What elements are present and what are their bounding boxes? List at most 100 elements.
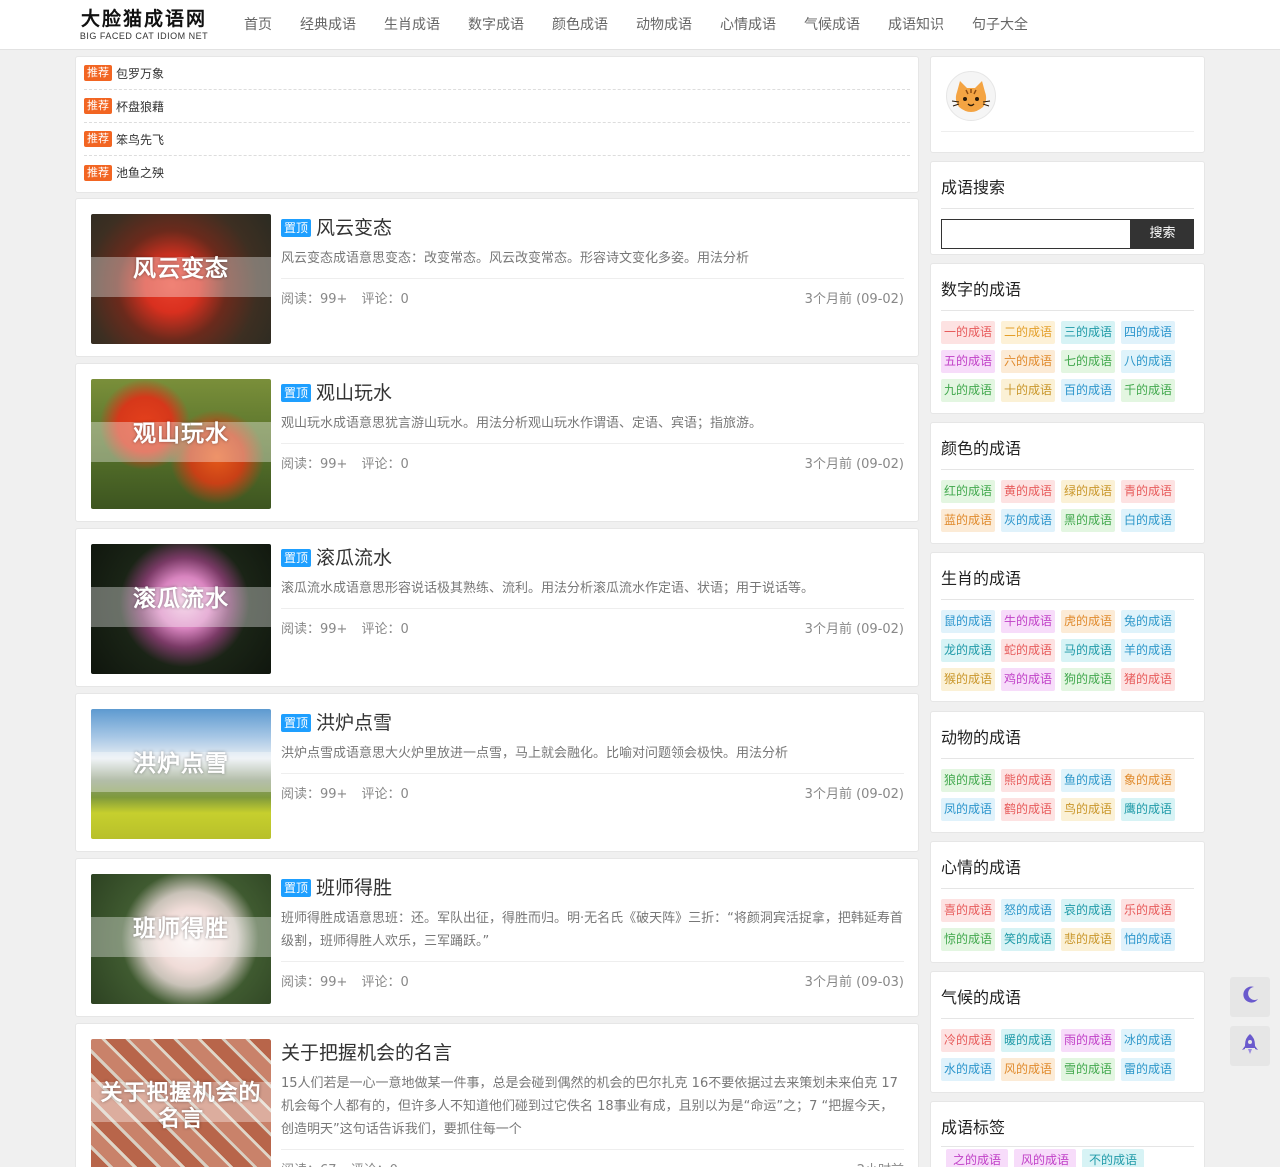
nav-item-home[interactable]: 首页: [230, 0, 286, 50]
tag-link[interactable]: 鹰的成语: [1121, 798, 1175, 821]
nav-item-sentences[interactable]: 句子大全: [958, 0, 1042, 50]
tag-link[interactable]: 红的成语: [941, 480, 995, 503]
tag-link[interactable]: 怒的成语: [1001, 899, 1055, 922]
tag-link[interactable]: 哀的成语: [1061, 899, 1115, 922]
tag-link[interactable]: 雨的成语: [1061, 1029, 1115, 1052]
tag-link[interactable]: 悲的成语: [1061, 928, 1115, 951]
article-title[interactable]: 班师得胜: [316, 875, 392, 901]
tag-link[interactable]: 六的成语: [1001, 350, 1055, 373]
tag-link[interactable]: 乐的成语: [1121, 899, 1175, 922]
tag-link[interactable]: 兔的成语: [1121, 610, 1175, 633]
nav-item-color[interactable]: 颜色成语: [538, 0, 622, 50]
cat-avatar-icon[interactable]: [946, 71, 996, 121]
tag-link[interactable]: 白的成语: [1121, 509, 1175, 532]
back-to-top-button[interactable]: [1230, 1026, 1270, 1066]
recommend-item[interactable]: 推荐 杯盘狼藉: [84, 90, 910, 123]
tag-link[interactable]: 熊的成语: [1001, 769, 1055, 792]
tag-link[interactable]: 鼠的成语: [941, 610, 995, 633]
site-logo[interactable]: 大脸猫成语网 BIG FACED CAT IDIOM NET: [74, 8, 214, 46]
recommend-title[interactable]: 杯盘狼藉: [116, 98, 164, 115]
tag-link[interactable]: 八的成语: [1121, 350, 1175, 373]
search-input[interactable]: [941, 219, 1131, 249]
tag-link[interactable]: 九的成语: [941, 379, 995, 402]
nav-item-animal[interactable]: 动物成语: [622, 0, 706, 50]
article-title[interactable]: 洪炉点雪: [316, 710, 392, 736]
recommend-title[interactable]: 池鱼之殃: [116, 164, 164, 181]
tag-link[interactable]: 怕的成语: [1121, 928, 1175, 951]
tag-link[interactable]: 凤的成语: [941, 798, 995, 821]
tag-link[interactable]: 暖的成语: [1001, 1029, 1055, 1052]
recommend-item[interactable]: 推荐 笨鸟先飞: [84, 123, 910, 156]
comment-count: 0: [400, 787, 409, 802]
tag-link[interactable]: 二的成语: [1001, 321, 1055, 344]
tag-link[interactable]: 绿的成语: [1061, 480, 1115, 503]
nav-item-classic[interactable]: 经典成语: [286, 0, 370, 50]
thumbnail-caption: 班师得胜: [133, 916, 229, 942]
tag-link[interactable]: 之的成语: [946, 1149, 1008, 1167]
tag-link[interactable]: 鹤的成语: [1001, 798, 1055, 821]
nav-item-knowledge[interactable]: 成语知识: [874, 0, 958, 50]
tag-link[interactable]: 风的成语: [1014, 1149, 1076, 1167]
tag-link[interactable]: 水的成语: [941, 1058, 995, 1081]
tag-link[interactable]: 龙的成语: [941, 639, 995, 662]
tag-link[interactable]: 黑的成语: [1061, 509, 1115, 532]
tag-link[interactable]: 羊的成语: [1121, 639, 1175, 662]
tag-link[interactable]: 笑的成语: [1001, 928, 1055, 951]
search-widget-title: 成语搜索: [941, 162, 1194, 209]
tag-link[interactable]: 冷的成语: [941, 1029, 995, 1052]
nav-item-mood[interactable]: 心情成语: [706, 0, 790, 50]
article-thumbnail[interactable]: 班师得胜: [91, 874, 271, 1004]
tag-link[interactable]: 十的成语: [1001, 379, 1055, 402]
recommend-item[interactable]: 推荐 包罗万象: [84, 57, 910, 90]
tag-link[interactable]: 灰的成语: [1001, 509, 1055, 532]
article-thumbnail[interactable]: 关于把握机会的名言: [91, 1039, 271, 1167]
search-button[interactable]: 搜索: [1131, 219, 1194, 249]
rocket-icon: [1241, 1033, 1259, 1059]
tag-link[interactable]: 百的成语: [1061, 379, 1115, 402]
article-title[interactable]: 风云变态: [316, 215, 392, 241]
recommend-title[interactable]: 笨鸟先飞: [116, 131, 164, 148]
nav-item-number[interactable]: 数字成语: [454, 0, 538, 50]
recommend-item[interactable]: 推荐 池鱼之殃: [84, 156, 910, 189]
article-title[interactable]: 关于把握机会的名言: [281, 1040, 904, 1066]
tag-link[interactable]: 五的成语: [941, 350, 995, 373]
tag-link[interactable]: 三的成语: [1061, 321, 1115, 344]
tag-link[interactable]: 四的成语: [1121, 321, 1175, 344]
tag-link[interactable]: 马的成语: [1061, 639, 1115, 662]
tag-link[interactable]: 青的成语: [1121, 480, 1175, 503]
article-thumbnail[interactable]: 洪炉点雪: [91, 709, 271, 839]
tag-link[interactable]: 鸟的成语: [1061, 798, 1115, 821]
tag-link[interactable]: 蓝的成语: [941, 509, 995, 532]
tag-link[interactable]: 狼的成语: [941, 769, 995, 792]
tag-link[interactable]: 一的成语: [941, 321, 995, 344]
tag-link[interactable]: 雪的成语: [1061, 1058, 1115, 1081]
tag-link[interactable]: 猴的成语: [941, 668, 995, 691]
article-thumbnail[interactable]: 风云变态: [91, 214, 271, 344]
tag-link[interactable]: 七的成语: [1061, 350, 1115, 373]
tag-link[interactable]: 虎的成语: [1061, 610, 1115, 633]
article-title[interactable]: 滚瓜流水: [316, 545, 392, 571]
tag-link[interactable]: 雷的成语: [1121, 1058, 1175, 1081]
dark-mode-button[interactable]: [1230, 977, 1270, 1017]
tag-link[interactable]: 蛇的成语: [1001, 639, 1055, 662]
tag-link[interactable]: 牛的成语: [1001, 610, 1055, 633]
tag-link[interactable]: 鱼的成语: [1061, 769, 1115, 792]
recommend-title[interactable]: 包罗万象: [116, 65, 164, 82]
tag-link[interactable]: 不的成语: [1082, 1149, 1144, 1167]
article-title[interactable]: 观山玩水: [316, 380, 392, 406]
tag-link[interactable]: 冰的成语: [1121, 1029, 1175, 1052]
article-thumbnail[interactable]: 观山玩水: [91, 379, 271, 509]
tag-link[interactable]: 风的成语: [1001, 1058, 1055, 1081]
tag-link[interactable]: 黄的成语: [1001, 480, 1055, 503]
tag-link[interactable]: 鸡的成语: [1001, 668, 1055, 691]
tag-link[interactable]: 喜的成语: [941, 899, 995, 922]
nav-item-climate[interactable]: 气候成语: [790, 0, 874, 50]
tag-link[interactable]: 惊的成语: [941, 928, 995, 951]
tag-link[interactable]: 狗的成语: [1061, 668, 1115, 691]
article-thumbnail[interactable]: 滚瓜流水: [91, 544, 271, 674]
tag-link[interactable]: 千的成语: [1121, 379, 1175, 402]
comment-count: 0: [400, 292, 409, 307]
tag-link[interactable]: 象的成语: [1121, 769, 1175, 792]
tag-link[interactable]: 猪的成语: [1121, 668, 1175, 691]
nav-item-zodiac[interactable]: 生肖成语: [370, 0, 454, 50]
